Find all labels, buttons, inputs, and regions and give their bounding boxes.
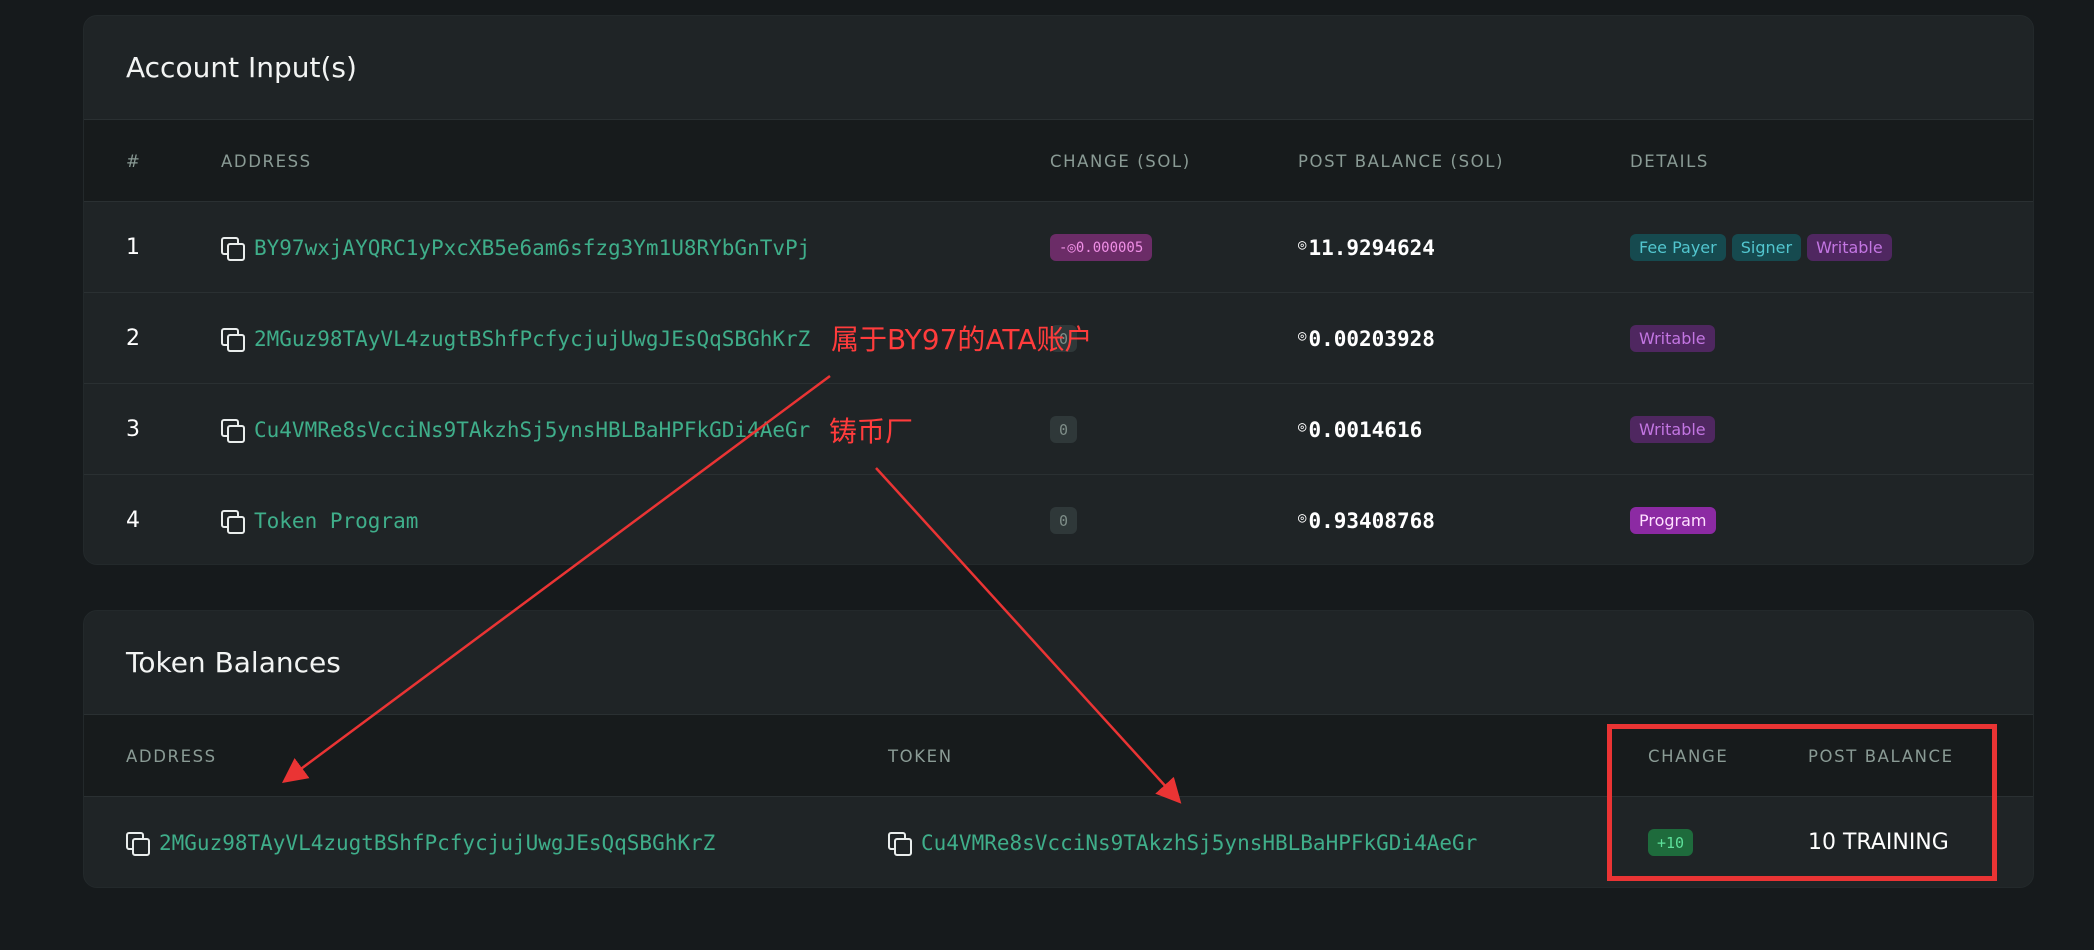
arrow-to-ata-address xyxy=(281,374,831,783)
arrow-to-mint-token xyxy=(875,467,1182,804)
annotation-arrows xyxy=(281,374,1182,804)
